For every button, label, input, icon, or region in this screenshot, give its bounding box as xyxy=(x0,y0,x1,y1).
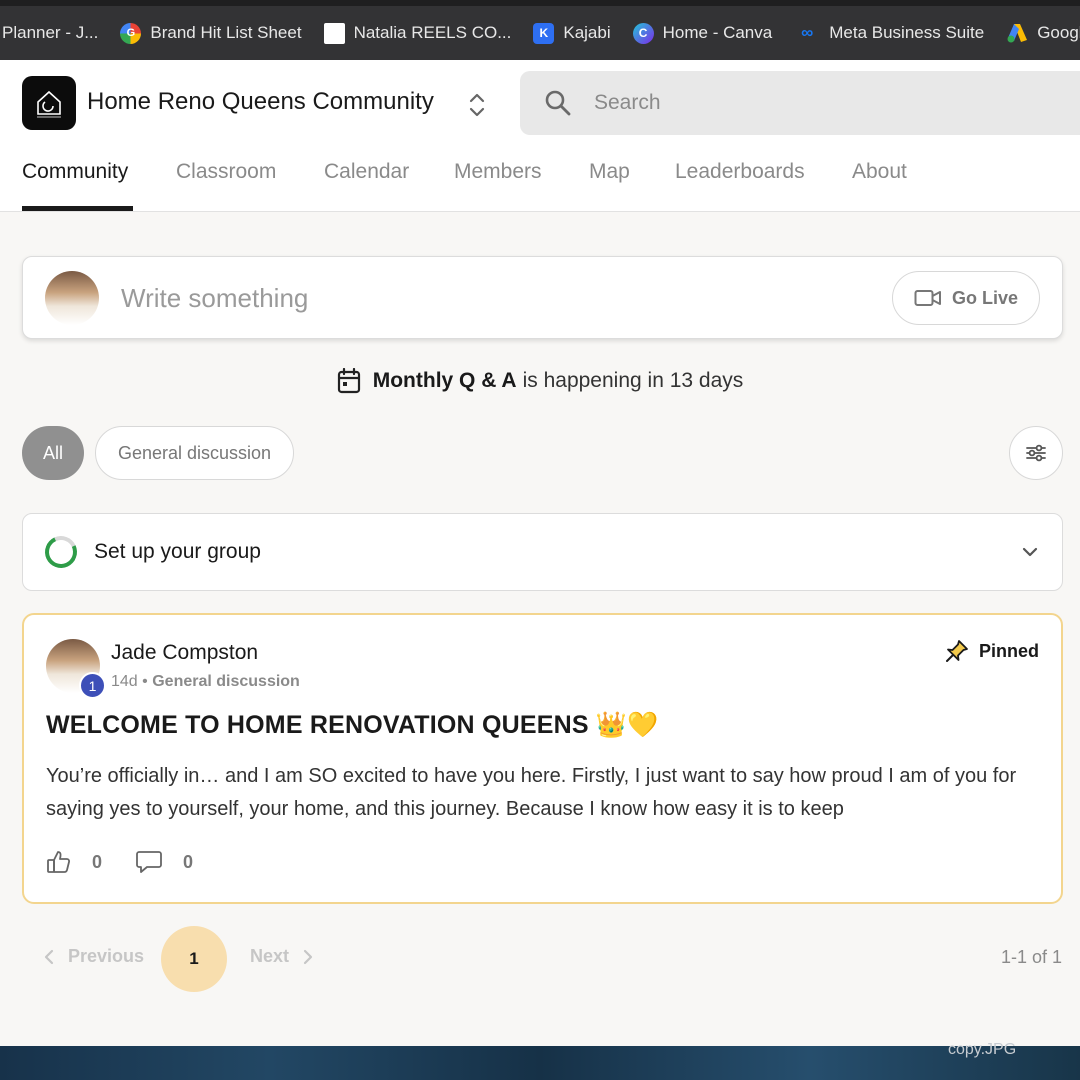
like-button[interactable]: 0 xyxy=(46,849,102,875)
kajabi-icon: K xyxy=(533,22,555,44)
previous-label: Previous xyxy=(68,946,145,966)
pinned-label: Pinned xyxy=(978,640,1039,661)
filter-chip-general-discussion[interactable]: General discussion xyxy=(95,426,294,480)
search-placeholder: Search xyxy=(594,91,661,114)
group-switcher-icon[interactable] xyxy=(466,90,488,120)
next-label: Next xyxy=(250,946,290,966)
level-badge: 1 xyxy=(79,672,106,699)
chevron-right-icon xyxy=(303,949,313,964)
page-icon xyxy=(323,22,345,44)
comment-button[interactable]: 0 xyxy=(135,849,193,875)
previous-page-button[interactable]: Previous xyxy=(42,946,144,967)
tab-about[interactable]: About xyxy=(852,160,907,184)
comment-icon xyxy=(136,851,162,873)
google-ads-icon xyxy=(1006,23,1028,44)
pagination-range: 1-1 of 1 xyxy=(1000,947,1062,967)
bookmark-brand-hit-list[interactable]: Brand Hit List Sheet xyxy=(120,22,302,44)
background-image-strip: copy.JPG xyxy=(0,1041,1080,1080)
post-author[interactable]: Jade Compston xyxy=(111,641,258,665)
post-meta: 14d • General discussion xyxy=(111,673,300,691)
event-countdown: is happening in 13 days xyxy=(522,369,744,392)
chevron-left-icon xyxy=(44,949,54,964)
post-body[interactable]: You’re officially in… and I am SO excite… xyxy=(46,760,1036,826)
bookmarks-bar: Planner - J... Brand Hit List Sheet Nata… xyxy=(0,0,1080,60)
page-number-current[interactable]: 1 xyxy=(161,926,227,992)
tab-classroom[interactable]: Classroom xyxy=(176,160,276,184)
bookmark-label: Home - Canva xyxy=(662,23,773,42)
setup-progress-ring xyxy=(40,531,82,573)
bookmark-label: Brand Hit List Sheet xyxy=(150,23,302,42)
post-age: 14d xyxy=(111,673,138,690)
post-title[interactable]: WELCOME TO HOME RENOVATION QUEENS 👑💛 xyxy=(46,711,659,740)
upcoming-event-banner[interactable]: Monthly Q & A is happening in 13 days xyxy=(0,368,1080,394)
next-page-button[interactable]: Next xyxy=(250,946,315,967)
file-name-label: copy.JPG xyxy=(948,1041,1017,1058)
house-logo-icon xyxy=(37,90,61,118)
pin-icon xyxy=(945,640,968,662)
bookmark-kajabi[interactable]: K Kajabi xyxy=(533,22,611,44)
like-count: 0 xyxy=(92,851,103,872)
bookmark-label: Natalia REELS CO... xyxy=(353,23,512,42)
filter-chip-all[interactable]: All xyxy=(22,426,84,480)
calendar-icon xyxy=(337,368,360,394)
setup-group-panel[interactable]: Set up your group xyxy=(22,513,1063,591)
meta-icon: ∞ xyxy=(801,23,814,42)
search-icon xyxy=(545,90,571,116)
meta-separator: • xyxy=(142,673,148,690)
search-input[interactable]: Search xyxy=(520,71,1080,135)
sliders-icon xyxy=(1026,444,1046,462)
tab-calendar[interactable]: Calendar xyxy=(324,160,409,184)
bookmark-google[interactable]: Google xyxy=(1006,23,1080,44)
group-logo[interactable] xyxy=(22,76,76,130)
bookmark-label: Kajabi xyxy=(563,23,611,42)
canva-icon: C xyxy=(632,22,654,44)
bookmark-planner[interactable]: Planner - J... xyxy=(2,23,98,43)
bookmark-meta-business-suite[interactable]: ∞ Meta Business Suite xyxy=(794,23,984,44)
nav-tabs: Community Classroom Calendar Members Map… xyxy=(0,146,1080,212)
bookmark-label: Google xyxy=(1037,23,1080,42)
pinned-indicator: Pinned xyxy=(945,639,1039,663)
avatar xyxy=(45,271,99,325)
google-icon xyxy=(120,22,142,44)
setup-group-label: Set up your group xyxy=(94,540,261,563)
bookmark-natalia-reels[interactable]: Natalia REELS CO... xyxy=(323,22,512,44)
go-live-label: Go Live xyxy=(951,287,1018,308)
bookmark-canva[interactable]: C Home - Canva xyxy=(632,22,773,44)
comment-count: 0 xyxy=(183,851,194,872)
post-category[interactable]: General discussion xyxy=(152,673,300,690)
tab-community[interactable]: Community xyxy=(22,160,128,184)
composer-placeholder[interactable]: Write something xyxy=(121,283,308,314)
event-name[interactable]: Monthly Q & A xyxy=(373,369,517,393)
video-camera-icon xyxy=(914,290,941,306)
chevron-down-icon[interactable] xyxy=(1020,542,1040,562)
pinned-post-card[interactable]: 1 Jade Compston 14d • General discussion… xyxy=(22,613,1063,904)
tab-members[interactable]: Members xyxy=(454,160,542,184)
go-live-button[interactable]: Go Live xyxy=(892,271,1040,325)
group-name[interactable]: Home Reno Queens Community xyxy=(87,88,434,116)
thumbs-up-icon xyxy=(47,851,71,873)
active-tab-indicator xyxy=(22,206,133,211)
community-header: Home Reno Queens Community Search xyxy=(0,60,1080,146)
bookmark-label: Planner - J... xyxy=(2,23,99,42)
tab-leaderboards[interactable]: Leaderboards xyxy=(675,160,805,184)
filter-settings-button[interactable] xyxy=(1009,426,1063,480)
tab-map[interactable]: Map xyxy=(589,160,630,184)
post-composer[interactable]: Write something Go Live xyxy=(22,256,1063,339)
bookmark-label: Meta Business Suite xyxy=(829,23,985,42)
